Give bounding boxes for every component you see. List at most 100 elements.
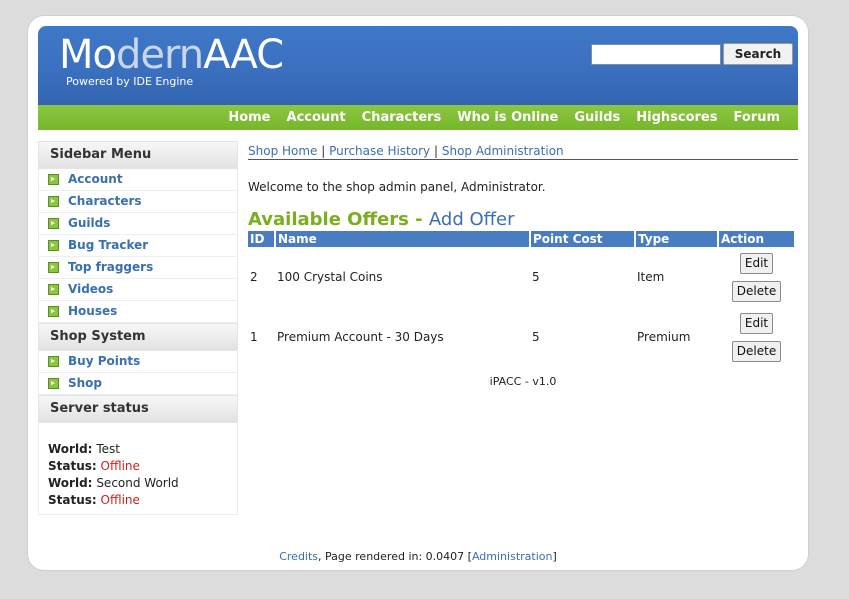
world-name: Test <box>96 442 120 456</box>
offer-id: 1 <box>250 330 258 344</box>
render-time: , Page rendered in: 0.0407 [ <box>318 550 472 563</box>
administration-link[interactable]: Administration <box>472 550 553 563</box>
sidebar-item-houses[interactable]: Houses <box>39 301 237 323</box>
sidebar-menu-title: Sidebar Menu <box>38 141 238 169</box>
table-row: 1 Premium Account - 30 Days 5 Premium Ed… <box>248 307 795 367</box>
footer: Credits, Page rendered in: 0.0407 [Admin… <box>28 550 808 563</box>
nav-highscores[interactable]: Highscores <box>636 110 717 125</box>
add-offer-link[interactable]: Add Offer <box>429 209 515 230</box>
version-text: iPACC - v1.0 <box>489 375 557 388</box>
sidebar-item-bug-tracker[interactable]: Bug Tracker <box>39 235 237 257</box>
offer-actions: Edit Delete <box>718 307 795 367</box>
arrow-icon <box>48 218 59 229</box>
sidebar-item-videos[interactable]: Videos <box>39 279 237 301</box>
sidebar-item-label: Bug Tracker <box>68 238 149 252</box>
offers-table: ID Name Point Cost Type Action 2 100 Cry… <box>248 231 796 367</box>
server-status: World: Test Status: Offline World: Secon… <box>38 423 238 515</box>
world-name: Second World <box>96 476 179 490</box>
welcome-text: Welcome to the shop admin panel, Adminis… <box>248 180 546 194</box>
logo-text-3: AAC <box>203 32 284 78</box>
top-nav: Home Account Characters Who is Online Gu… <box>38 105 798 130</box>
sidebar-item-shop[interactable]: Shop <box>39 373 237 395</box>
column-header: Action <box>718 231 796 247</box>
delete-button[interactable]: Delete <box>731 280 782 302</box>
nav-characters[interactable]: Characters <box>362 110 442 125</box>
offer-name: Premium Account - 30 Days <box>277 330 444 344</box>
sidebar-item-characters[interactable]: Characters <box>39 191 237 213</box>
nav-account[interactable]: Account <box>287 110 346 125</box>
server-world: World: Second World <box>48 475 237 492</box>
offer-cost: 5 <box>532 270 540 284</box>
arrow-icon <box>48 284 59 295</box>
arrow-icon <box>48 196 59 207</box>
world-label: World: <box>48 442 93 456</box>
sidebar-item-buy-points[interactable]: Buy Points <box>39 351 237 373</box>
search-input[interactable] <box>591 44 721 65</box>
shop-subnav: Shop Home | Purchase History | Shop Admi… <box>248 143 798 160</box>
credits-link[interactable]: Credits <box>279 550 318 563</box>
arrow-icon <box>48 174 59 185</box>
main-content: Shop Home | Purchase History | Shop Admi… <box>248 143 798 388</box>
sidebar-item-account[interactable]: Account <box>39 169 237 191</box>
offers-title: Available Offers <box>248 209 409 230</box>
table-header: ID Name Point Cost Type Action <box>248 231 796 247</box>
sidebar-item-guilds[interactable]: Guilds <box>39 213 237 235</box>
subnav-purchase-history[interactable]: Purchase History <box>329 144 430 158</box>
offer-actions: Edit Delete <box>718 247 795 307</box>
subnav-separator: | <box>433 144 439 158</box>
sidebar-item-label: Shop <box>68 376 103 390</box>
offer-cost: 5 <box>532 330 540 344</box>
sidebar-item-label: Buy Points <box>68 354 141 368</box>
arrow-icon <box>48 262 59 273</box>
edit-button[interactable]: Edit <box>739 312 774 334</box>
sidebar-item-label: Top fraggers <box>68 260 154 274</box>
search-button[interactable]: Search <box>723 43 793 65</box>
status-label: Status: <box>48 493 97 507</box>
sidebar-menu: Account Characters Guilds Bug Tracker To… <box>38 169 238 323</box>
status-label: Status: <box>48 459 97 473</box>
sidebar-item-label: Characters <box>68 194 142 208</box>
status-value: Offline <box>100 459 140 473</box>
sidebar-item-label: Guilds <box>68 216 111 230</box>
tagline: Powered by IDE Engine <box>66 75 194 88</box>
offers-heading: Available Offers - Add Offer <box>248 209 798 230</box>
subnav-shop-home[interactable]: Shop Home <box>248 144 317 158</box>
status-value: Offline <box>100 493 140 507</box>
site-logo[interactable]: ModernAAC <box>59 32 284 78</box>
server-world: World: Test <box>48 441 237 458</box>
sidebar-item-top-fraggers[interactable]: Top fraggers <box>39 257 237 279</box>
nav-home[interactable]: Home <box>228 110 270 125</box>
logo-text-2: dern <box>115 32 204 78</box>
page: ModernAAC Powered by IDE Engine Search H… <box>28 16 808 570</box>
arrow-icon <box>48 306 59 317</box>
footer-bracket: ] <box>552 550 557 563</box>
server-status-line: Status: Offline <box>48 458 237 475</box>
sidebar-item-label: Account <box>68 172 123 186</box>
logo-text-1: Mo <box>59 32 117 78</box>
subnav-shop-administration[interactable]: Shop Administration <box>442 144 564 158</box>
column-header: ID <box>248 231 276 247</box>
delete-button[interactable]: Delete <box>731 340 782 362</box>
nav-guilds[interactable]: Guilds <box>574 110 620 125</box>
header: ModernAAC Powered by IDE Engine Search <box>38 26 798 105</box>
edit-button[interactable]: Edit <box>739 252 774 274</box>
server-status-line: Status: Offline <box>48 492 237 509</box>
nav-who-is-online[interactable]: Who is Online <box>457 110 558 125</box>
arrow-icon <box>48 240 59 251</box>
sidebar-item-label: Videos <box>68 282 114 296</box>
subnav-separator: | <box>321 144 326 158</box>
world-label: World: <box>48 476 93 490</box>
offer-id: 2 <box>250 270 258 284</box>
sidebar: Sidebar Menu Account Characters Guilds B… <box>38 141 238 515</box>
table-row: 2 100 Crystal Coins 5 Item Edit Delete <box>248 247 795 307</box>
shop-menu: Buy Points Shop <box>38 351 238 395</box>
nav-forum[interactable]: Forum <box>734 110 781 125</box>
arrow-icon <box>48 378 59 389</box>
offers-dash: - <box>408 209 429 230</box>
arrow-icon <box>48 356 59 367</box>
shop-system-title: Shop System <box>38 323 238 351</box>
offer-type: Item <box>637 270 665 284</box>
server-status-title: Server status <box>38 395 238 423</box>
sidebar-item-label: Houses <box>68 304 118 318</box>
offer-type: Premium <box>637 330 691 344</box>
